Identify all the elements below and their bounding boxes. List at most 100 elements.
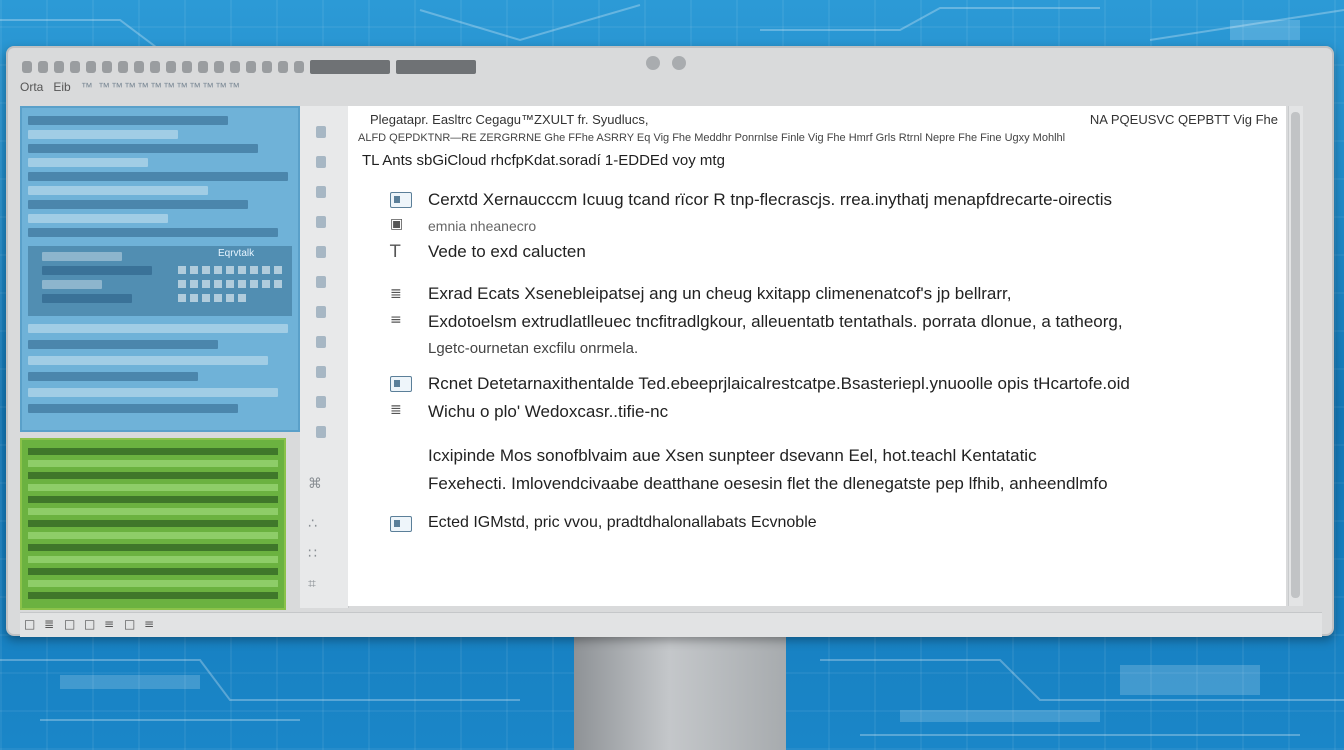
grid-cell[interactable] (238, 294, 246, 302)
toolbar-icon[interactable] (246, 61, 256, 73)
tree-row[interactable] (28, 388, 278, 397)
tree-row[interactable] (28, 144, 258, 153)
toolbar-icon[interactable] (134, 61, 144, 73)
status-icon[interactable]: □ (84, 617, 95, 631)
tree-row[interactable] (28, 116, 228, 125)
fold-icon[interactable]: ⌘ (308, 476, 322, 492)
tree-row[interactable] (28, 324, 288, 333)
tree-row[interactable] (28, 372, 198, 381)
toolbar-icon[interactable] (294, 61, 304, 73)
grid-row[interactable] (42, 266, 152, 275)
toolbar-icon[interactable] (262, 61, 272, 73)
toolbar-icon[interactable] (70, 61, 80, 73)
table-row[interactable] (28, 556, 278, 563)
grid-cell[interactable] (190, 294, 198, 302)
menu-item[interactable]: Eib (53, 80, 70, 94)
image-icon[interactable]: ▣ (390, 216, 403, 232)
grid-cell[interactable] (262, 266, 270, 274)
toolbar-icon[interactable] (54, 61, 64, 73)
grid-row[interactable] (42, 280, 102, 289)
tree-row[interactable] (28, 356, 268, 365)
grid-cell[interactable] (250, 280, 258, 288)
gutter-marker-icon[interactable] (316, 336, 326, 348)
toolbar-icon[interactable] (118, 61, 128, 73)
tree-row[interactable] (28, 340, 218, 349)
toolbar-icon[interactable] (22, 61, 32, 73)
grid-cell[interactable] (190, 280, 198, 288)
list-icon[interactable]: ≡ (390, 312, 402, 328)
table-row[interactable] (28, 460, 278, 467)
table-row[interactable] (28, 496, 278, 503)
vertical-scrollbar[interactable] (1288, 106, 1303, 606)
gutter-marker-icon[interactable] (316, 216, 326, 228)
tree-row[interactable] (28, 186, 208, 195)
document-icon[interactable] (390, 192, 412, 208)
toolbar-icon[interactable] (86, 61, 96, 73)
grid-cell[interactable] (226, 280, 234, 288)
grid-row[interactable] (42, 252, 122, 261)
text-icon[interactable]: T (390, 242, 400, 262)
status-icon[interactable]: □ (124, 617, 135, 631)
grid-cell[interactable] (202, 266, 210, 274)
grid-cell[interactable] (214, 280, 222, 288)
menu-item[interactable]: ™ ™™™™™™™™™™™ (81, 80, 241, 94)
toolbar-icon[interactable] (150, 61, 160, 73)
gutter-marker-icon[interactable] (316, 156, 326, 168)
grid-cell[interactable] (250, 266, 258, 274)
tree-row[interactable] (28, 200, 248, 209)
fold-icon[interactable]: ∷ (308, 546, 317, 562)
toolbar-icon[interactable] (214, 61, 224, 73)
table-row[interactable] (28, 580, 278, 587)
menu-item[interactable]: Orta (20, 80, 43, 94)
document-icon[interactable] (390, 376, 412, 392)
status-icon[interactable]: ≣ (44, 617, 54, 631)
table-row[interactable] (28, 508, 278, 515)
gutter-marker-icon[interactable] (316, 186, 326, 198)
grid-cell[interactable] (178, 266, 186, 274)
toolbar-icon[interactable] (198, 61, 208, 73)
tree-row[interactable] (28, 228, 278, 237)
status-icon[interactable]: □ (24, 617, 35, 631)
grid-cell[interactable] (178, 280, 186, 288)
table-row[interactable] (28, 520, 278, 527)
table-row[interactable] (28, 484, 278, 491)
toolbar-icon[interactable] (182, 61, 192, 73)
toolbar-icon[interactable] (102, 61, 112, 73)
tree-row[interactable] (28, 404, 238, 413)
grid-cell[interactable] (190, 266, 198, 274)
list-icon[interactable]: ≣ (390, 286, 402, 302)
grid-cell[interactable] (274, 266, 282, 274)
gutter-marker-icon[interactable] (316, 366, 326, 378)
table-row[interactable] (28, 448, 278, 455)
list-icon[interactable]: ≣ (390, 402, 402, 418)
tree-row[interactable] (28, 130, 178, 139)
document-area[interactable]: Plegatapr. Easltrc Cegagu™ZXULT fr. Syud… (348, 106, 1286, 606)
table-row[interactable] (28, 472, 278, 479)
gutter-marker-icon[interactable] (316, 246, 326, 258)
gutter-marker-icon[interactable] (316, 276, 326, 288)
toolbar-icon[interactable] (230, 61, 240, 73)
table-row[interactable] (28, 592, 278, 599)
document-icon[interactable] (390, 516, 412, 532)
grid-cell[interactable] (262, 280, 270, 288)
table-row[interactable] (28, 544, 278, 551)
tree-row[interactable] (28, 214, 168, 223)
grid-cell[interactable] (202, 294, 210, 302)
table-row[interactable] (28, 532, 278, 539)
gutter-marker-icon[interactable] (316, 306, 326, 318)
fold-icon[interactable]: ∴ (308, 516, 317, 532)
table-row[interactable] (28, 568, 278, 575)
toolbar-icon[interactable] (278, 61, 288, 73)
status-icon[interactable]: ≡ (104, 617, 114, 631)
grid-cell[interactable] (202, 280, 210, 288)
gutter-marker-icon[interactable] (316, 126, 326, 138)
toolbar-button[interactable] (310, 60, 390, 74)
grid-cell[interactable] (226, 266, 234, 274)
grid-cell[interactable] (214, 294, 222, 302)
scrollbar-thumb[interactable] (1291, 112, 1300, 598)
toolbar-icon[interactable] (166, 61, 176, 73)
tree-row[interactable] (28, 158, 148, 167)
toolbar-icon[interactable] (38, 61, 48, 73)
grid-cell[interactable] (274, 280, 282, 288)
gutter-marker-icon[interactable] (316, 396, 326, 408)
